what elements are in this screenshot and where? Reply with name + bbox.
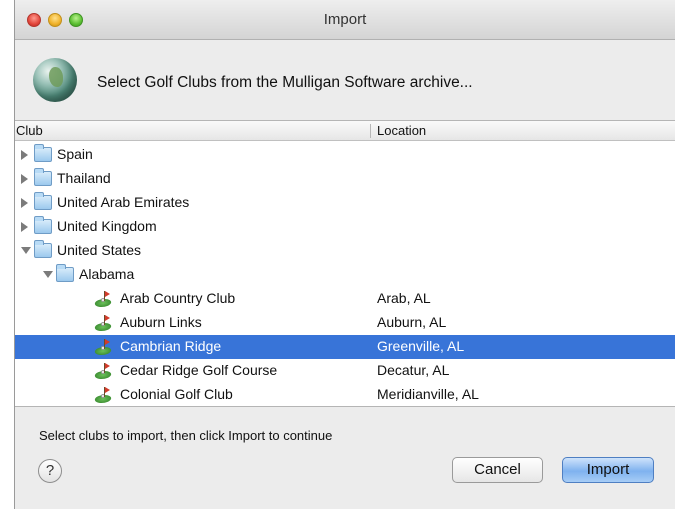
disclosure-triangle-collapsed-icon[interactable] [21,150,28,160]
column-header-club[interactable]: Club [16,123,43,138]
folder-row[interactable]: Spain [15,143,675,167]
folder-icon [34,216,52,234]
help-button[interactable]: ? [38,459,62,483]
footer-message: Select clubs to import, then click Impor… [39,428,333,443]
golf-flag-icon [93,291,113,307]
folder-icon [34,240,52,258]
club-name: Cambrian Ridge [120,338,222,354]
folder-row[interactable]: Alabama [15,263,675,287]
disclosure-triangle-expanded-icon[interactable] [21,247,31,254]
club-row[interactable]: Arab Country Club Arab, AL [15,287,675,311]
folder-row[interactable]: United States [15,239,675,263]
column-header: Club Location [15,121,675,141]
club-location: Decatur, AL [377,362,450,378]
cancel-button[interactable]: Cancel [452,457,543,483]
club-row[interactable]: Cambrian Ridge Greenville, AL [15,335,675,359]
club-name: Cedar Ridge Golf Course [120,362,278,378]
disclosure-triangle-collapsed-icon[interactable] [21,198,28,208]
club-row[interactable]: Colonial Golf Club Meridianville, AL [15,383,675,407]
folder-row[interactable]: Thailand [15,167,675,191]
golf-flag-icon [93,363,113,379]
folder-name: United Arab Emirates [57,194,190,210]
column-header-location[interactable]: Location [377,123,426,138]
folder-name: Spain [57,146,93,162]
dialog-header: Select Golf Clubs from the Mulligan Soft… [15,40,675,120]
folder-icon [34,144,52,162]
folder-name: United Kingdom [57,218,157,234]
folder-name: United States [57,242,142,258]
club-location: Auburn, AL [377,314,447,330]
folder-row[interactable]: United Arab Emirates [15,191,675,215]
disclosure-triangle-collapsed-icon[interactable] [21,174,28,184]
club-row[interactable]: Cedar Ridge Golf Course Decatur, AL [15,359,675,383]
club-location: Greenville, AL [377,338,465,354]
club-location: Arab, AL [377,290,431,306]
golf-flag-icon [93,387,113,403]
club-name: Auburn Links [120,314,202,330]
column-divider[interactable] [370,124,371,138]
folder-icon [34,192,52,210]
folder-row[interactable]: United Kingdom [15,215,675,239]
club-location: Meridianville, AL [377,386,479,402]
import-button[interactable]: Import [562,457,654,483]
club-name: Arab Country Club [120,290,236,306]
club-outline-view[interactable]: Club Location Spain Thailand United Arab E… [15,120,675,407]
header-message: Select Golf Clubs from the Mulligan Soft… [97,74,473,91]
import-window: Import Select Golf Clubs from the Mullig… [14,0,675,509]
folder-icon [34,168,52,186]
folder-name: Thailand [57,170,111,186]
folder-name: Alabama [79,266,135,282]
globe-icon [33,58,77,102]
folder-icon [56,264,74,282]
window-title: Import [323,11,367,28]
club-row[interactable]: Auburn Links Auburn, AL [15,311,675,335]
disclosure-triangle-collapsed-icon[interactable] [21,222,28,232]
club-name: Colonial Golf Club [120,386,233,402]
golf-flag-icon [93,339,113,355]
title-bar: Import [15,0,675,40]
golf-flag-icon [93,315,113,331]
disclosure-triangle-expanded-icon[interactable] [43,271,53,278]
